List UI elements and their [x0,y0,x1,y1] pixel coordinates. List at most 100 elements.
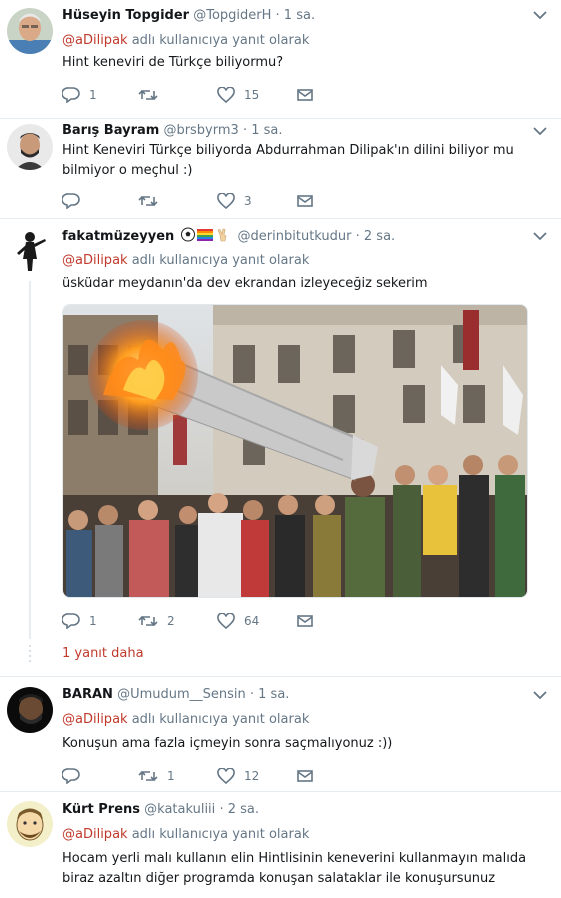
like-icon [217,193,235,209]
user-handle[interactable]: @katakuliii [144,802,215,817]
avatar[interactable] [7,227,53,273]
mention-link[interactable]: @aDilipak [62,712,128,727]
retweet-button[interactable]: 1 [138,766,175,786]
tweet-1[interactable]: Hüseyin Topgider @TopgiderH · 1 sa. @aDi… [0,0,561,118]
soccer-ball-icon [181,227,227,242]
like-icon [217,87,235,103]
user-name[interactable]: BARAN [62,687,113,702]
reply-icon [62,768,80,784]
avatar[interactable] [7,687,53,733]
avatar-image [7,8,53,54]
avatar-image [7,687,53,733]
like-count: 3 [244,194,252,208]
user-handle[interactable]: @derinbitutkudur [238,229,352,244]
tweet-header: Hüseyin Topgider @TopgiderH · 1 sa. [62,7,531,25]
tweet-5[interactable]: Kürt Prens @katakuliii · 2 sa. @aDilipak… [0,792,561,898]
retweet-button[interactable] [138,85,167,105]
protest-photo [63,305,527,597]
timestamp[interactable]: · 2 sa. [219,802,259,817]
retweet-button[interactable]: 2 [138,611,175,631]
chevron-down-icon[interactable] [533,231,547,241]
show-more-replies-link[interactable]: 1 yanıt daha [62,646,144,661]
message-icon [297,195,313,207]
tweet-header: fakatmüzeyyen @derinbitutkudur · 2 sa. [62,227,531,248]
reply-button[interactable] [62,191,89,211]
reply-button[interactable]: 1 [62,85,97,105]
avatar[interactable] [7,124,53,170]
tweet-actions: 3 [62,191,332,211]
reply-count: 1 [89,614,97,628]
avatar[interactable] [7,801,53,847]
retweet-icon [138,195,158,207]
user-name[interactable]: Barış Bayram [62,123,159,138]
reply-icon [62,87,80,103]
chevron-down-icon[interactable] [533,10,547,20]
retweet-button[interactable] [138,191,167,211]
reply-icon [62,193,80,209]
like-icon [217,613,235,629]
mention-link[interactable]: @aDilipak [62,827,128,842]
like-count: 15 [244,88,260,102]
timestamp[interactable]: · 1 sa. [243,123,283,138]
chevron-down-icon[interactable] [533,126,547,136]
mention-link[interactable]: @aDilipak [62,253,128,268]
tweet-text: Hint keneviri de Türkçe biliyormu? [62,55,284,70]
message-button[interactable] [296,611,314,631]
tweet-4[interactable]: BARAN @Umudum__Sensin · 1 sa. @aDilipak … [0,677,561,790]
message-button[interactable] [296,766,314,786]
reply-icon [62,613,80,629]
tweet-header: Barış Bayram @brsbyrm3 · 1 sa. [62,122,531,140]
message-icon [297,770,313,782]
message-button[interactable] [296,85,314,105]
avatar-image [7,124,53,170]
reply-context: @aDilipak adlı kullanıcıya yanıt olarak [62,826,309,844]
mention-link[interactable]: @aDilipak [62,33,128,48]
reply-context-label: adlı kullanıcıya yanıt olarak [131,827,310,842]
user-name[interactable]: fakatmüzeyyen [62,229,174,244]
reply-context-label: adlı kullanıcıya yanıt olarak [131,33,310,48]
emoji-badges [181,227,233,248]
tweet-header: BARAN @Umudum__Sensin · 1 sa. [62,686,531,704]
tweet-header: Kürt Prens @katakuliii · 2 sa. [62,801,531,819]
thread-dots [28,645,32,665]
reply-context-label: adlı kullanıcıya yanıt olarak [131,712,310,727]
retweet-count: 2 [167,614,175,628]
tweet-text: Konuşun ama fazla içmeyin sonra saçmalıy… [62,736,393,751]
like-icon [217,768,235,784]
chevron-down-icon[interactable] [533,690,547,700]
timestamp[interactable]: · 1 sa. [276,8,316,23]
user-handle[interactable]: @TopgiderH [193,8,271,23]
timestamp[interactable]: · 1 sa. [250,687,290,702]
reply-context: @aDilipak adlı kullanıcıya yanıt olarak [62,711,309,729]
tweet-text: üsküdar meydanın'da dev ekrandan izleyec… [62,276,428,291]
thread-line [29,281,31,639]
user-handle[interactable]: @Umudum__Sensin [117,687,246,702]
avatar[interactable] [7,8,53,54]
like-button[interactable]: 15 [217,85,259,105]
tweet-actions: 1 15 [62,85,332,105]
like-count: 12 [244,769,260,783]
like-button[interactable]: 64 [217,611,259,631]
like-count: 64 [244,614,260,628]
tweet-text: Hint Keneviri Türkçe biliyorda Abdurrahm… [62,143,514,178]
message-button[interactable] [296,191,314,211]
reply-button[interactable]: 1 [62,611,97,631]
retweet-icon [138,770,158,782]
reply-button[interactable] [62,766,89,786]
tweet-2[interactable]: Barış Bayram @brsbyrm3 · 1 sa. Hint Kene… [0,119,561,217]
avatar-image [7,801,53,847]
reply-context-label: adlı kullanıcıya yanıt olarak [131,253,310,268]
tweet-text: Hocam yerli malı kullanın elin Hintlisin… [62,851,527,886]
like-button[interactable]: 3 [217,191,252,211]
retweet-icon [138,89,158,101]
user-name[interactable]: Hüseyin Topgider [62,8,189,23]
message-icon [297,89,313,101]
retweet-icon [138,615,158,627]
tweet-media-photo[interactable] [62,304,528,598]
user-handle[interactable]: @brsbyrm3 [163,123,238,138]
reply-count: 1 [89,88,97,102]
reply-context: @aDilipak adlı kullanıcıya yanıt olarak [62,252,309,270]
user-name[interactable]: Kürt Prens [62,802,140,817]
timestamp[interactable]: · 2 sa. [356,229,396,244]
like-button[interactable]: 12 [217,766,259,786]
